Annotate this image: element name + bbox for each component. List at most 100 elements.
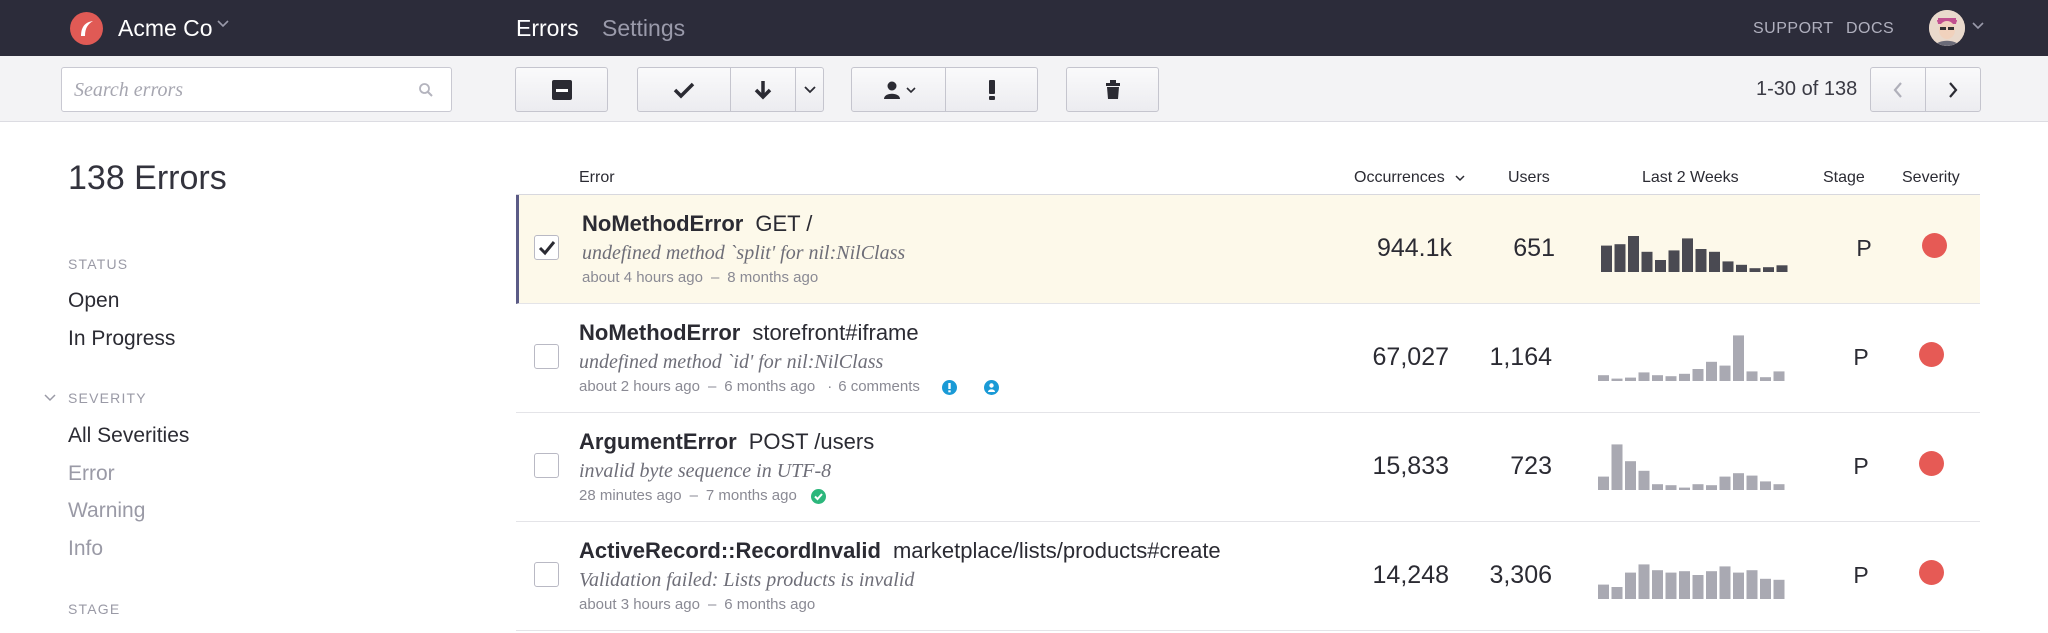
sparkline-bar [1773,371,1785,381]
error-message: undefined method `id' for nil:NilClass [579,351,884,373]
top-nav: Acme Co Errors Settings SUPPORT DOCS [0,0,2048,56]
chevron-down-icon[interactable] [1972,21,1984,31]
filter-severity-error[interactable]: Error [68,461,115,487]
filter-severity-info[interactable]: Info [68,536,103,562]
error-title[interactable]: NoMethodError storefront#iframe [579,320,919,346]
error-title[interactable]: NoMethodError GET / [582,211,812,237]
occurrences-count: 67,027 [1372,343,1449,371]
avatar[interactable] [1929,10,1965,46]
sparkline-bar [1722,261,1734,272]
next-page-button[interactable] [1925,67,1981,112]
sparkline-bar [1638,564,1650,599]
error-context[interactable]: marketplace/lists/products#create [893,538,1221,563]
sparkline-bar [1719,365,1731,381]
error-class[interactable]: ArgumentError [579,429,737,454]
sparkline-bar [1773,484,1785,490]
select-all-button[interactable] [515,67,608,112]
resolved-check-icon[interactable] [810,488,826,504]
chevron-right-icon [1949,81,1958,98]
filter-status-open[interactable]: Open [68,288,119,314]
stage-badge: P [1853,562,1869,588]
severity-dot-icon[interactable] [1919,451,1944,476]
sparkline-bar [1601,245,1612,272]
column-header-last-2-weeks: Last 2 Weeks [1642,169,1739,186]
severity-flag-icon[interactable] [941,379,957,395]
sparkline-bar [1665,485,1677,490]
filter-status-in-progress[interactable]: In Progress [68,326,175,352]
error-title[interactable]: ArgumentError POST /users [579,429,874,455]
assign-user-button[interactable] [851,67,946,112]
column-header-severity[interactable]: Severity [1902,168,1960,188]
error-row[interactable]: NoMethodError storefront#iframe undefined … [516,304,1980,413]
sparkline-bar [1692,484,1704,490]
sparkline-chart [1598,444,1785,490]
error-row[interactable]: NoMethodError GET / undefined method `spli… [516,195,1980,304]
column-header-users[interactable]: Users [1508,168,1550,188]
search-icon[interactable] [418,82,434,98]
sparkline-bar [1773,579,1785,599]
row-checkbox[interactable] [534,235,559,260]
app-logo-icon[interactable] [70,12,103,45]
filter-severity-warning[interactable]: Warning [68,498,145,524]
first-seen: 7 months ago [705,487,797,504]
search-input[interactable] [74,76,394,104]
sparkline-bar [1749,268,1761,272]
tab-errors[interactable]: Errors [516,14,579,42]
support-link[interactable]: SUPPORT [1753,19,1834,39]
chevron-down-icon[interactable] [1455,174,1465,182]
sparkline-bar [1638,470,1650,490]
assigned-user-icon[interactable] [983,379,999,395]
tab-settings[interactable]: Settings [602,14,685,42]
chevron-down-icon[interactable] [44,393,56,403]
meta-separator: – [707,378,717,395]
chevron-down-icon [905,86,916,93]
error-title[interactable]: ActiveRecord::RecordInvalid marketplace/l… [579,538,1221,564]
app-name[interactable]: Acme Co [118,14,213,42]
download-dropdown-button[interactable] [795,67,824,112]
sparkline-bar [1652,484,1663,490]
previous-page-button[interactable] [1870,67,1926,112]
sparkline-bar [1611,378,1623,381]
occurrences-count: 15,833 [1372,452,1449,480]
error-class[interactable]: NoMethodError [582,211,743,236]
severity-button[interactable] [945,67,1038,112]
error-context[interactable]: storefront#iframe [752,320,918,345]
error-class[interactable]: ActiveRecord::RecordInvalid [579,538,881,563]
comment-count[interactable]: 6 comments [838,378,920,396]
occurrences-count: 944.1k [1376,234,1452,262]
severity-dot-icon[interactable] [1922,233,1947,258]
severity-dot-icon[interactable] [1919,342,1944,367]
column-header-stage[interactable]: Stage [1823,168,1865,188]
sparkline-bar [1692,575,1704,599]
severity-dot-icon[interactable] [1919,560,1944,585]
error-context[interactable]: GET / [755,211,812,236]
error-row[interactable]: ArgumentError POST /users invalid byte seq… [516,413,1980,522]
sparkline-bar [1611,444,1623,490]
sparkline-bar [1763,267,1774,272]
sparkline-chart [1601,236,1788,272]
chevron-down-icon[interactable] [217,19,229,29]
delete-button[interactable] [1066,67,1159,112]
sparkline-bar [1695,249,1707,272]
sparkline-bar [1598,375,1609,381]
sparkline-bar [1625,461,1636,490]
severity-heading[interactable]: SEVERITY [68,389,147,407]
error-row[interactable]: ActiveRecord::RecordInvalid marketplace/l… [516,522,1980,631]
sparkline-bar [1733,572,1744,599]
sparkline-bar [1706,571,1717,599]
filter-severity-all[interactable]: All Severities [68,423,189,449]
row-checkbox[interactable] [534,453,559,478]
error-meta: about 4 hours ago –8 months ago [582,269,818,287]
row-checkbox[interactable] [534,344,559,369]
resolve-button[interactable] [637,67,731,112]
column-header-occurrences[interactable]: Occurrences [1354,168,1445,188]
sparkline-bar [1628,236,1639,272]
row-checkbox[interactable] [534,562,559,587]
stage-badge: P [1853,453,1869,479]
first-seen: 6 months ago [724,596,816,613]
docs-link[interactable]: DOCS [1846,19,1894,39]
sparkline-bar [1706,485,1717,490]
download-button[interactable] [730,67,796,112]
error-class[interactable]: NoMethodError [579,320,740,345]
error-context[interactable]: POST /users [749,429,875,454]
